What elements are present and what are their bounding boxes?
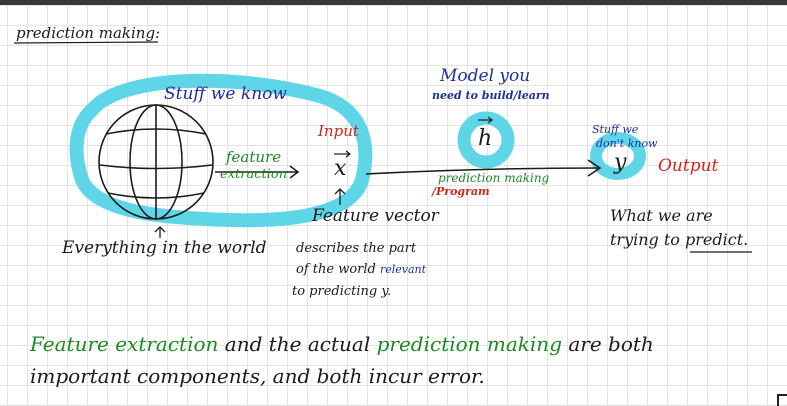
- relevant-word: relevant: [379, 263, 427, 276]
- output-label: Output: [658, 156, 719, 176]
- feature-vector-label: Feature vector: [312, 206, 439, 226]
- what-we-predict-line2: trying to predict.: [610, 232, 748, 248]
- everything-pointer-arrow: [154, 226, 166, 238]
- summary-line1: Feature extraction and the actual predic…: [30, 334, 654, 354]
- feature-vector-desc-line3: to predicting y.: [292, 284, 392, 299]
- stuff-we-dont-know-line2: don't know: [596, 137, 658, 150]
- program-label: /Program: [432, 185, 490, 198]
- summary-prediction-making: prediction making: [376, 332, 562, 356]
- h-symbol: h: [478, 126, 493, 151]
- stuff-we-dont-know-line1: Stuff we: [592, 123, 639, 136]
- y-symbol: y: [614, 150, 627, 175]
- feature-extraction-label-line1: feature: [226, 148, 282, 166]
- page-title: prediction making:: [16, 24, 161, 42]
- feature-vector-desc-line2: of the world relevant: [296, 263, 426, 276]
- what-we-predict-line1: What we are: [610, 206, 713, 225]
- title-underline: [13, 41, 159, 44]
- x-symbol: x: [334, 156, 347, 181]
- feature-extraction-label-line2: extraction: [220, 167, 288, 182]
- prediction-making-label: prediction making: [438, 171, 550, 185]
- what-we-predict-line2-text: trying to: [610, 230, 680, 249]
- globe-icon: [98, 104, 214, 220]
- summary-line2: important components, and both incur err…: [30, 364, 485, 388]
- feature-vector-desc-line2-text: of the world: [296, 262, 376, 277]
- predict-word: predict.: [685, 230, 749, 249]
- scroll-corner-marker: [777, 394, 787, 406]
- summary-feature-extraction: Feature extraction: [30, 332, 219, 356]
- feature-vector-desc-line1: describes the part: [296, 241, 417, 256]
- input-label: Input: [318, 122, 359, 140]
- summary-and-the-actual: and the actual: [224, 332, 371, 356]
- model-label-line2: need to build/learn: [432, 89, 550, 102]
- everything-label: Everything in the world: [62, 238, 267, 258]
- summary-are-both: are both: [568, 332, 654, 356]
- stuff-we-know-label: Stuff we know: [164, 84, 287, 104]
- model-label-line1: Model you: [440, 66, 531, 86]
